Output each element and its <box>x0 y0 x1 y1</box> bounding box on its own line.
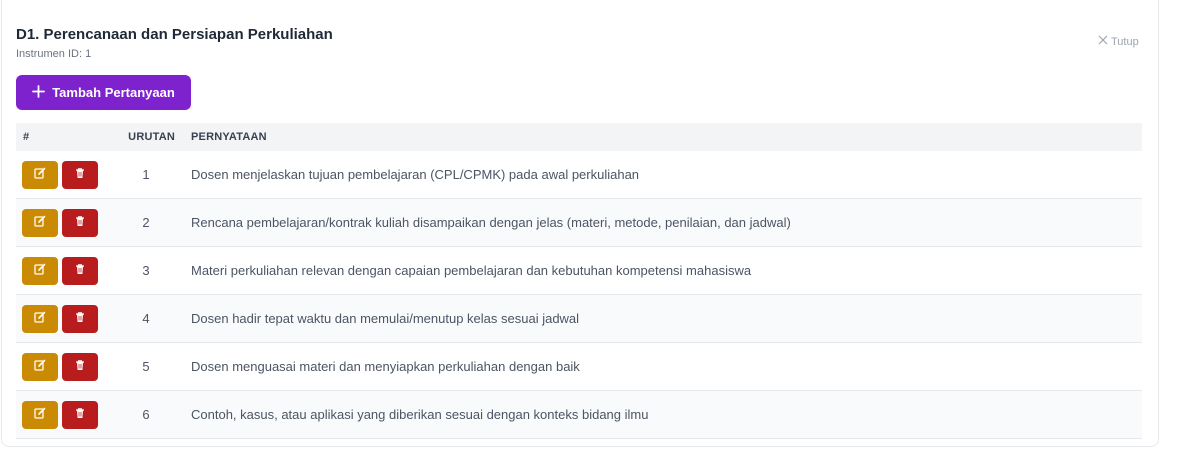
table-row: 6 Contoh, kasus, atau aplikasi yang diber… <box>16 391 1142 439</box>
row-actions <box>16 400 109 429</box>
edit-button[interactable] <box>22 160 58 189</box>
instrument-id: Instrumen ID: 1 <box>16 48 92 60</box>
edit-icon <box>34 359 46 374</box>
edit-button[interactable] <box>22 256 58 285</box>
add-question-button[interactable]: Tambah Pertanyaan <box>16 75 191 110</box>
edit-button[interactable] <box>22 304 58 333</box>
plus-icon <box>32 84 46 101</box>
row-actions <box>16 304 109 333</box>
edit-button[interactable] <box>22 208 58 237</box>
table-row: 2 Rencana pembelajaran/kontrak kuliah dis… <box>16 199 1142 247</box>
table-header: # URUTAN PERNYATAAN <box>16 123 1142 151</box>
trash-icon <box>74 215 86 230</box>
edit-icon <box>34 407 46 422</box>
close-label: Tutup <box>1111 35 1139 48</box>
edit-icon <box>34 311 46 326</box>
row-pernyataan: Dosen menjelaskan tujuan pembelajaran (C… <box>191 167 640 182</box>
delete-button[interactable] <box>62 400 98 429</box>
table-body: 1 Dosen menjelaskan tujuan pembelajaran (… <box>16 151 1142 439</box>
delete-button[interactable] <box>62 256 98 285</box>
row-pernyataan: Rencana pembelajaran/kontrak kuliah disa… <box>191 215 791 230</box>
table-row: 1 Dosen menjelaskan tujuan pembelajaran (… <box>16 151 1142 199</box>
header-urutan: URUTAN <box>128 131 175 143</box>
delete-button[interactable] <box>62 208 98 237</box>
trash-icon <box>74 263 86 278</box>
delete-button[interactable] <box>62 352 98 381</box>
edit-icon <box>34 167 46 182</box>
row-urutan: 6 <box>142 407 150 422</box>
row-urutan: 5 <box>142 359 150 374</box>
row-pernyataan: Materi perkuliahan relevan dengan capaia… <box>191 263 752 278</box>
edit-button[interactable] <box>22 400 58 429</box>
delete-button[interactable] <box>62 304 98 333</box>
page-title: D1. Perencanaan dan Persiapan Perkuliaha… <box>16 26 333 43</box>
trash-icon <box>74 407 86 422</box>
header-hash: # <box>23 131 30 143</box>
trash-icon <box>74 311 86 326</box>
close-button[interactable]: Tutup <box>1098 35 1139 48</box>
row-urutan: 2 <box>142 215 150 230</box>
edit-button[interactable] <box>22 352 58 381</box>
row-urutan: 4 <box>142 311 150 326</box>
add-question-label: Tambah Pertanyaan <box>52 85 175 100</box>
row-actions <box>16 352 109 381</box>
table-row: 5 Dosen menguasai materi dan menyiapkan p… <box>16 343 1142 391</box>
row-urutan: 3 <box>142 263 150 278</box>
table-row: 3 Materi perkuliahan relevan dengan capai… <box>16 247 1142 295</box>
row-pernyataan: Contoh, kasus, atau aplikasi yang diberi… <box>191 407 649 422</box>
row-urutan: 1 <box>142 167 150 182</box>
row-actions <box>16 160 109 189</box>
trash-icon <box>74 167 86 182</box>
header-pernyataan: PERNYATAAN <box>191 131 267 143</box>
edit-icon <box>34 263 46 278</box>
trash-icon <box>74 359 86 374</box>
row-pernyataan: Dosen hadir tepat waktu dan memulai/menu… <box>191 311 580 326</box>
row-pernyataan: Dosen menguasai materi dan menyiapkan pe… <box>191 359 580 374</box>
delete-button[interactable] <box>62 160 98 189</box>
edit-icon <box>34 215 46 230</box>
close-icon <box>1098 35 1108 48</box>
row-actions <box>16 256 109 285</box>
table-row: 4 Dosen hadir tepat waktu dan memulai/men… <box>16 295 1142 343</box>
row-actions <box>16 208 109 237</box>
questions-table: # URUTAN PERNYATAAN 1 Dosen menjelaskan t… <box>16 123 1142 439</box>
